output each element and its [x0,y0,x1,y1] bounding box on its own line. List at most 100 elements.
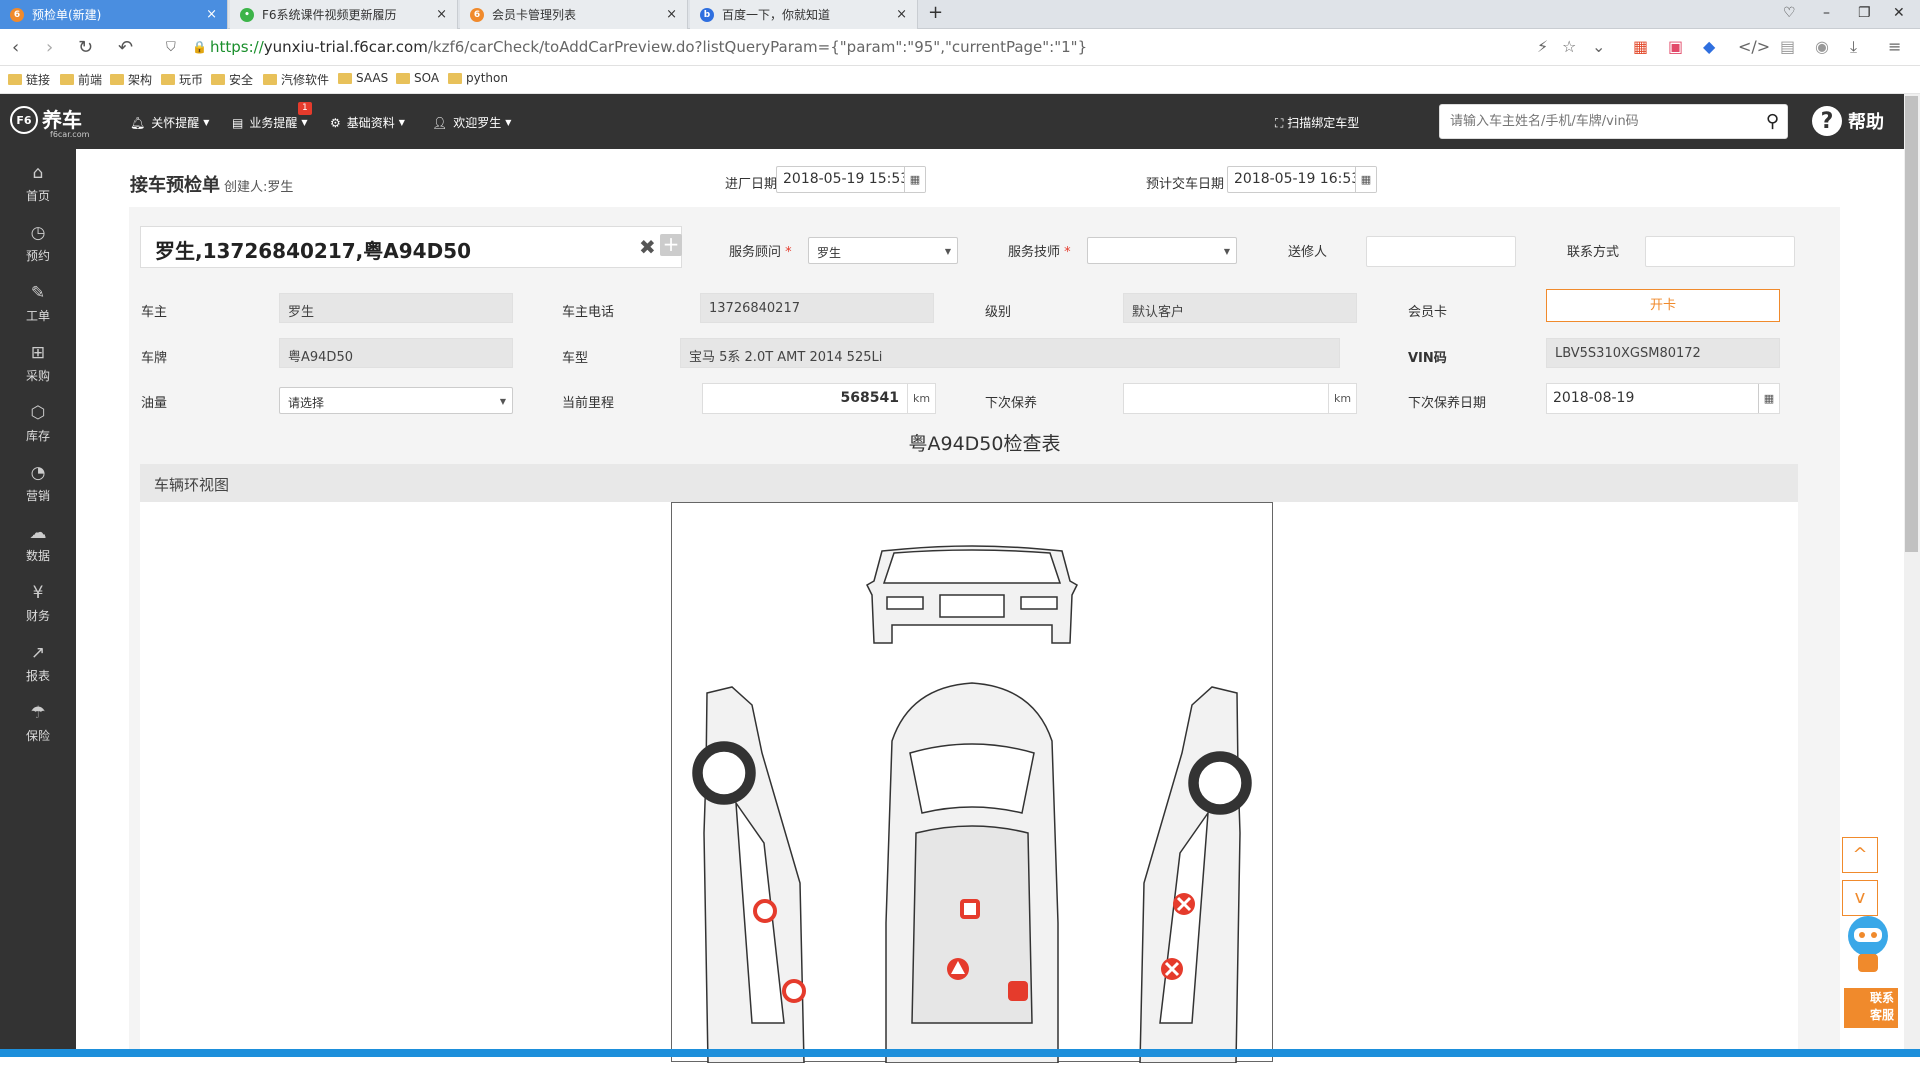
plate-field: 粤A94D50 [279,338,513,368]
add-customer-icon[interactable]: + [660,234,682,256]
bookmark-label: 玩币 [179,73,204,87]
calendar-icon[interactable]: ▦ [904,167,925,192]
calendar-icon[interactable]: ▦ [1355,167,1376,192]
star-icon[interactable]: ☆ [1562,37,1576,56]
skin-icon[interactable]: ♡ [1783,5,1796,21]
entry-date-label: 进厂日期 [725,177,778,192]
menu-icon[interactable]: ≡ [1888,37,1901,56]
url-field[interactable]: https://yunxiu-trial.f6car.com/kzf6/carC… [210,38,1087,56]
bookmark-folder[interactable]: 玩币 [161,71,203,88]
vehicle-diagram[interactable] [671,502,1273,1064]
contact-input[interactable] [1645,236,1795,267]
browser-tab-1[interactable]: 6 预检单(新建) × [0,0,228,29]
bookmark-label: python [466,71,508,85]
technician-select[interactable]: ▼ [1087,237,1237,264]
apps-icon[interactable]: ▦ [1633,37,1648,56]
bookmark-folder[interactable]: 安全 [211,71,253,88]
minimize-icon[interactable]: – [1823,5,1830,21]
browser-tab-2[interactable]: • F6系统课件视频更新履历 × [230,0,458,29]
forward-icon[interactable]: › [46,37,53,58]
sidebar-item-booking[interactable]: ◷ 预约 [0,223,76,264]
bell-icon: 🔔︎ [130,115,146,130]
bookmark-folder[interactable]: 汽修软件 [263,71,329,88]
owner-combo-input[interactable]: 罗生,13726840217,粤A94D50 [140,226,682,268]
undo-icon[interactable]: ↶ [118,37,133,58]
bookmark-folder[interactable]: 前端 [60,71,102,88]
damage-marker-circle[interactable] [753,899,777,923]
sidebar-item-home[interactable]: ⌂ 首页 [0,163,76,204]
bookmark-label: 链接 [26,73,51,87]
entry-date-field[interactable]: 2018-05-19 15:53 ▦ [776,166,926,193]
reminder-badge: 1 [298,102,312,115]
code-icon[interactable]: </> [1738,37,1770,56]
scan-bind-model-button[interactable]: ⛶ 扫描绑定车型 [1275,114,1359,131]
search-input[interactable] [1440,105,1740,138]
menu-business-reminder[interactable]: ▤ 业务提醒 ▼ [232,114,308,131]
rp-icon[interactable]: ▤ [1780,37,1795,56]
delivery-date-field[interactable]: 2018-05-19 16:53 ▦ [1227,166,1377,193]
chart-icon: ↗ [30,643,46,663]
open-card-button[interactable]: 开卡 [1546,289,1780,322]
reload-icon[interactable]: ↻ [78,37,93,58]
robot-mascot-icon[interactable] [1838,910,1898,975]
help-button[interactable]: ? 帮助 [1812,106,1884,136]
close-icon[interactable]: × [896,7,907,22]
extension-icon[interactable]: ▣ [1668,37,1683,56]
download-icon[interactable]: ⤓ [1850,37,1857,57]
sender-input[interactable] [1366,236,1516,267]
sidebar-item-data[interactable]: ☁ 数据 [0,523,76,564]
clear-icon[interactable]: ✖ [639,235,656,259]
lightning-icon[interactable]: ⚡ [1537,37,1548,56]
fuel-select[interactable]: 请选择 ▼ [279,387,513,414]
browser-tab-4[interactable]: b 百度一下，你就知道 × [690,0,918,29]
next-maint-input[interactable]: km [1123,383,1357,414]
close-icon[interactable]: × [436,7,447,22]
sidebar-item-workorder[interactable]: ✎ 工单 [0,283,76,324]
help-label: 帮助 [1848,112,1884,133]
close-icon[interactable]: × [666,7,677,22]
vin-label: VIN码 [1408,351,1447,366]
restore-icon[interactable]: ❐ [1858,5,1871,21]
front-grille [939,594,1005,618]
sidebar-item-marketing[interactable]: ◔ 营销 [0,463,76,504]
delivery-date-value: 2018-05-19 16:53 [1234,171,1361,187]
new-tab-icon[interactable]: + [928,2,943,23]
scroll-up-button[interactable]: ^ [1842,837,1878,873]
folder-icon [211,74,225,85]
scrollbar-thumb[interactable] [1905,96,1918,552]
search-icon[interactable]: ⚲ [1766,111,1779,132]
service-advisor-select[interactable]: 罗生 ▼ [808,237,958,264]
bookmark-folder[interactable]: 架构 [110,71,152,88]
document-icon: ▤ [232,115,244,130]
bookmark-folder[interactable]: python [448,71,508,85]
ghost-icon[interactable]: ◉ [1815,37,1829,56]
contact-service-button[interactable]: 联系 客服 [1844,988,1898,1028]
menu-user[interactable]: 👤︎ 欢迎罗生 ▼ [432,114,511,131]
close-window-icon[interactable]: ✕ [1893,5,1905,21]
menu-basic-data[interactable]: ⚙ 基础资料 ▼ [330,114,405,131]
browser-tab-3[interactable]: 6 会员卡管理列表 × [460,0,688,29]
lock-icon: 🔒 [192,40,207,54]
sidebar-item-reports[interactable]: ↗ 报表 [0,643,76,684]
plugin-icon[interactable]: ◆ [1703,37,1715,56]
calendar-icon[interactable]: ▦ [1758,384,1779,413]
damage-marker-circle[interactable] [782,979,806,1003]
back-icon[interactable]: ‹ [12,37,19,58]
sidebar-item-purchase[interactable]: ⊞ 采购 [0,343,76,384]
date-value: 2018-08-19 [1553,390,1635,406]
sidebar-item-insurance[interactable]: ☂ 保险 [0,703,76,744]
sidebar-item-finance[interactable]: ¥ 财务 [0,583,76,624]
close-icon[interactable]: × [206,7,217,22]
mileage-input[interactable]: 568541 km [702,383,936,414]
menu-care-reminder[interactable]: 🔔︎ 关怀提醒 ▼ [130,114,209,131]
phone-field: 13726840217 [700,293,934,323]
chevron-down-icon[interactable]: ⌄ [1592,37,1605,56]
logo-text: 养车 [42,108,82,132]
bookmark-folder[interactable]: 链接 [8,71,50,88]
bookmark-folder[interactable]: SAAS [338,71,388,85]
damage-marker-square[interactable] [1008,981,1028,1001]
logo[interactable]: F6 养车 f6car.com [10,106,89,139]
bookmark-folder[interactable]: SOA [396,71,439,85]
sidebar-item-inventory[interactable]: ⬡ 库存 [0,403,76,444]
next-maint-date-field[interactable]: 2018-08-19 ▦ [1546,383,1780,414]
